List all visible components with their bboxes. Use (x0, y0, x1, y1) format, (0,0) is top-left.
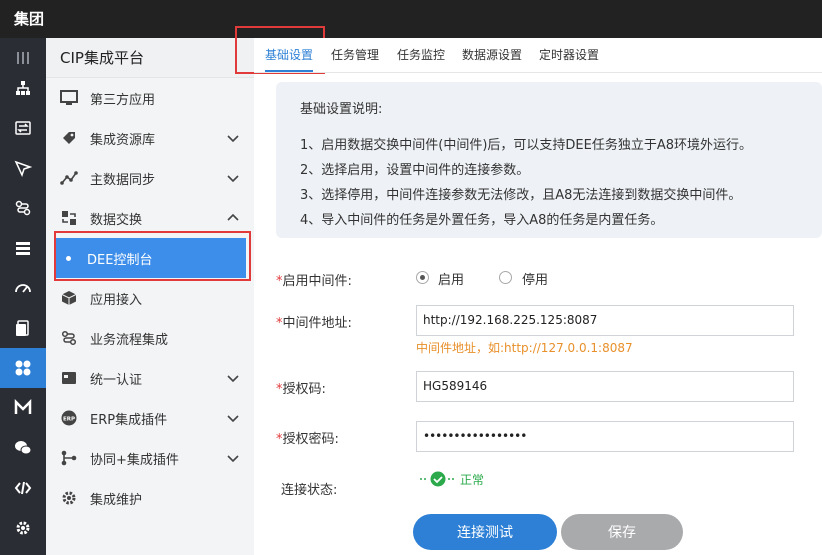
chevron-down-icon (227, 455, 239, 463)
tab-task-monitor[interactable]: 任务监控 (397, 46, 445, 72)
enable-off-label: 停用 (522, 273, 549, 288)
auth-password-input[interactable]: ••••••••••••••••• (416, 421, 794, 452)
code-label: *授权码: (276, 378, 326, 397)
connection-test-button[interactable]: 连接测试 (413, 514, 557, 550)
chevron-down-icon (227, 375, 239, 383)
info-line: 3、选择停用，中间件连接参数无法修改，且A8无法连接到数据交换中间件。 (300, 188, 742, 203)
address-label: *中间件地址: (276, 312, 352, 331)
rail-org-icon[interactable] (0, 68, 46, 108)
top-bar: 集团 (0, 0, 822, 38)
sidebar-item-label: 应用接入 (90, 292, 143, 308)
sidebar-item-maintenance[interactable]: 集成维护 (46, 478, 254, 518)
rail-link-icon[interactable] (0, 188, 46, 228)
sidebar-item-unified-auth[interactable]: 统一认证 (46, 358, 254, 398)
enable-label: *启用中间件: (276, 270, 352, 289)
monitor-icon (60, 89, 78, 107)
status-value: 正常 (460, 472, 485, 487)
rail-integration-icon[interactable] (0, 348, 46, 388)
tab-timer-settings[interactable]: 定时器设置 (539, 46, 599, 72)
chevron-down-icon (227, 415, 239, 423)
sidebar-item-master-data[interactable]: 主数据同步 (46, 158, 254, 198)
line-chart-icon (60, 169, 78, 187)
sidebar-item-app-access[interactable]: 应用接入 (46, 278, 254, 318)
plugin-icon (60, 449, 78, 467)
address-hint: 中间件地址，如:http://127.0.0.1:8087 (416, 341, 633, 355)
chevron-up-icon (227, 213, 239, 221)
sidebar-item-label: ERP集成插件 (90, 412, 168, 428)
chevron-down-icon (227, 135, 239, 143)
enable-on-radio[interactable] (416, 271, 429, 284)
sidebar-item-label: 协同+集成插件 (90, 452, 179, 468)
status-label: 连接状态: (281, 483, 338, 498)
sidebar-item-label: 数据交换 (90, 212, 143, 228)
rail-swap-icon[interactable] (0, 108, 46, 148)
sidebar-item-label: 主数据同步 (90, 172, 156, 188)
rail-gauge-icon[interactable] (0, 268, 46, 308)
erp-icon: ERP (60, 409, 78, 427)
tag-icon (60, 129, 78, 147)
save-button[interactable]: 保存 (561, 514, 683, 550)
info-line: 4、导入中间件的任务是外置任务，导入A8的任务是内置任务。 (300, 213, 664, 228)
rail-document-icon[interactable] (0, 308, 46, 348)
info-title: 基础设置说明: (300, 102, 383, 117)
sidebar-item-label: 统一认证 (90, 372, 143, 388)
card-icon (60, 369, 78, 387)
sidebar-title: CIP集成平台 (46, 38, 254, 78)
sidebar-item-label: 第三方应用 (90, 92, 156, 108)
info-line: 2、选择启用，设置中间件的连接参数。 (300, 163, 530, 178)
tab-datasource-settings[interactable]: 数据源设置 (462, 46, 522, 72)
icon-rail (0, 38, 46, 555)
gear-icon (60, 489, 78, 507)
code-label-text: 授权码: (282, 382, 326, 397)
address-label-text: 中间件地址: (282, 316, 352, 331)
sidebar-item-business-flow[interactable]: 业务流程集成 (46, 318, 254, 358)
sidebar-item-collab-plugin[interactable]: 协同+集成插件 (46, 438, 254, 478)
sidebar-item-third-party[interactable]: 第三方应用 (46, 78, 254, 118)
enable-off-radio[interactable] (499, 271, 512, 284)
cube-icon (60, 289, 78, 307)
flow-icon (60, 329, 78, 347)
rail-m-icon[interactable] (0, 388, 46, 428)
rail-database-icon[interactable] (0, 228, 46, 268)
chevron-down-icon (227, 175, 239, 183)
connection-status: 正常 (420, 470, 484, 488)
password-label-text: 授权密码: (282, 432, 339, 447)
info-panel: 基础设置说明: 1、启用数据交换中间件(中间件)后，可以支持DEE任务独立于A8… (276, 82, 822, 238)
sidebar-item-erp-plugin[interactable]: ERP ERP集成插件 (46, 398, 254, 438)
tab-task-management[interactable]: 任务管理 (331, 46, 379, 72)
sidebar-item-label: 业务流程集成 (90, 332, 169, 348)
enable-label-text: 启用中间件: (282, 274, 352, 289)
sidebar-item-label: 集成资源库 (90, 132, 156, 148)
enable-on-label: 启用 (438, 273, 465, 288)
password-label: *授权密码: (276, 428, 339, 447)
info-line: 1、启用数据交换中间件(中间件)后，可以支持DEE任务独立于A8环境外运行。 (300, 138, 753, 153)
exchange-icon (60, 209, 78, 227)
sidebar-item-label: 集成维护 (90, 492, 143, 508)
brand-title: 集团 (14, 10, 45, 28)
rail-code-icon[interactable] (0, 468, 46, 508)
rail-chat-icon[interactable] (0, 428, 46, 468)
rail-send-icon[interactable] (0, 148, 46, 188)
tab-basic-settings[interactable]: 基础设置 (265, 46, 314, 72)
rail-settings-icon[interactable] (0, 508, 46, 548)
tab-bar: 基础设置 任务管理 任务监控 数据源设置 定时器设置 (254, 38, 822, 73)
check-circle-icon (420, 471, 456, 487)
svg-text:ERP: ERP (63, 417, 75, 423)
highlight-box-sidebar (54, 231, 251, 281)
sidebar-item-resource-library[interactable]: 集成资源库 (46, 118, 254, 158)
address-input[interactable]: http://192.168.225.125:8087 (416, 305, 794, 336)
sidebar: CIP集成平台 第三方应用 集成资源库 主数据同步 数据交换 DEE控制台 应用… (46, 38, 254, 555)
auth-code-input[interactable]: HG589146 (416, 371, 794, 402)
